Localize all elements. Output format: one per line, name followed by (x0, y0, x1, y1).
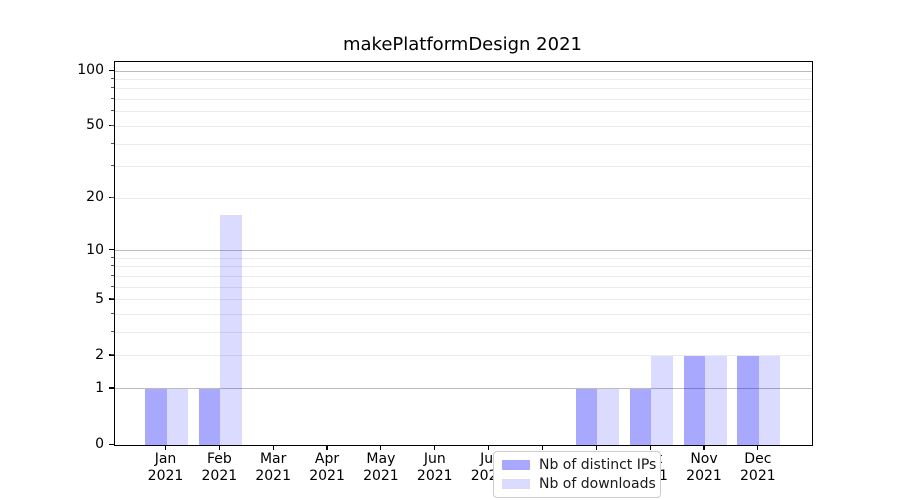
legend-label-downloads: Nb of downloads (539, 477, 656, 492)
y-tick-label-2: 2 (38, 347, 104, 363)
y-gridline-minor-50 (115, 126, 812, 127)
y-gridline-minor-80 (115, 88, 812, 89)
y-gridline-major-100 (115, 71, 812, 72)
y-tick-label-10: 10 (38, 242, 104, 258)
bar-downloads-nov (705, 356, 727, 445)
bar-distinct-ips-sep (576, 389, 598, 445)
y-tick-label-1: 1 (38, 380, 104, 396)
y-minor-tick-mark-70 (111, 98, 114, 99)
y-minor-tick-mark-6 (111, 286, 114, 287)
bar-downloads-oct (651, 356, 673, 445)
y-minor-tick-mark-50 (111, 125, 114, 126)
x-tick-label-year: 2021 (726, 468, 790, 485)
y-tick-label-20: 20 (38, 189, 104, 205)
legend-swatch-downloads (502, 479, 530, 489)
bar-distinct-ips-oct (630, 389, 652, 445)
y-gridline-minor-60 (115, 111, 812, 112)
y-gridline-minor-40 (115, 144, 812, 145)
y-minor-tick-mark-2 (111, 354, 114, 355)
x-tick-mark-sep (596, 445, 597, 450)
legend-swatch-distinct-ips (502, 460, 530, 470)
bar-distinct-ips-dec (737, 356, 759, 445)
y-gridline-minor-30 (115, 166, 812, 167)
x-tick-mark-jul (488, 445, 489, 450)
x-tick-mark-aug (542, 445, 543, 450)
y-minor-tick-mark-9 (111, 257, 114, 258)
y-tick-label-50: 50 (38, 117, 104, 133)
y-minor-tick-mark-80 (111, 87, 114, 88)
y-minor-tick-mark-4 (111, 313, 114, 314)
x-tick-mark-jun (434, 445, 435, 450)
y-tick-mark-0 (109, 444, 114, 445)
y-gridline-minor-70 (115, 99, 812, 100)
legend-item-downloads: Nb of downloads (502, 477, 652, 492)
x-tick-mark-mar (273, 445, 274, 450)
bar-distinct-ips-jan (145, 389, 167, 445)
x-tick-mark-may (380, 445, 381, 450)
x-tick-label-month: Dec (726, 451, 790, 468)
y-gridline-minor-20 (115, 198, 812, 199)
bar-distinct-ips-nov (684, 356, 706, 445)
legend-label-distinct-ips: Nb of distinct IPs (539, 458, 656, 473)
legend-item-distinct-ips: Nb of distinct IPs (502, 458, 652, 473)
y-tick-label-5: 5 (38, 291, 104, 307)
bar-distinct-ips-feb (199, 389, 221, 445)
y-minor-tick-mark-5 (111, 298, 114, 299)
x-tick-label-dec: Dec2021 (726, 451, 790, 485)
y-gridline-minor-90 (115, 79, 812, 80)
legend: Nb of distinct IPs Nb of downloads (493, 451, 661, 498)
x-tick-mark-feb (219, 445, 220, 450)
y-tick-mark-100 (109, 70, 114, 71)
y-tick-mark-10 (109, 249, 114, 250)
y-tick-label-0: 0 (38, 436, 104, 452)
bar-chart-figure: makePlatformDesign 2021 Nb of distinct I… (0, 0, 900, 500)
y-minor-tick-mark-60 (111, 110, 114, 111)
y-minor-tick-mark-7 (111, 275, 114, 276)
bar-downloads-feb (220, 215, 242, 445)
y-tick-mark-1 (109, 387, 114, 388)
y-minor-tick-mark-3 (111, 331, 114, 332)
x-tick-mark-oct (650, 445, 651, 450)
y-minor-tick-mark-40 (111, 143, 114, 144)
plot-area: Nb of distinct IPs Nb of downloads (114, 61, 813, 446)
bar-downloads-jan (167, 389, 189, 445)
bar-downloads-sep (597, 389, 619, 445)
chart-title: makePlatformDesign 2021 (114, 34, 811, 55)
x-tick-mark-apr (326, 445, 327, 450)
bar-downloads-dec (759, 356, 781, 445)
y-minor-tick-mark-8 (111, 265, 114, 266)
y-minor-tick-mark-90 (111, 78, 114, 79)
x-tick-mark-dec (757, 445, 758, 450)
x-tick-mark-nov (703, 445, 704, 450)
y-tick-label-100: 100 (38, 62, 104, 78)
y-minor-tick-mark-30 (111, 165, 114, 166)
y-minor-tick-mark-20 (111, 197, 114, 198)
x-tick-mark-jan (165, 445, 166, 450)
